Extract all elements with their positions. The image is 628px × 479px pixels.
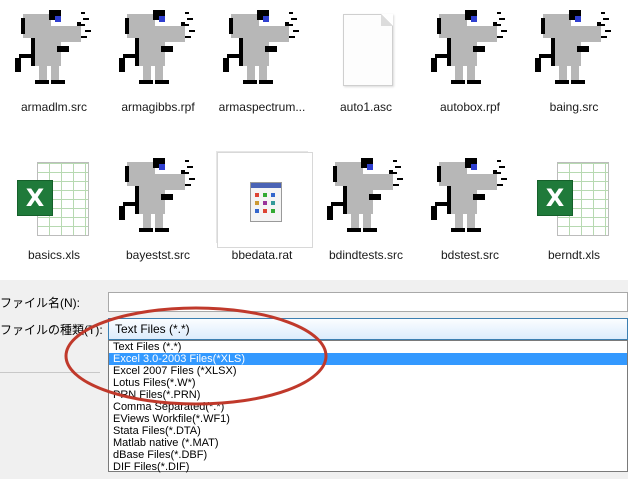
file-name: auto1.asc xyxy=(339,100,393,114)
save-dialog-panel: ファイル名(N): ファイルの種類(T): Text Files (*.*) T… xyxy=(0,280,628,479)
file-item[interactable]: bayestst.src xyxy=(106,152,210,262)
filetype-option[interactable]: Text Files (*.*) xyxy=(109,341,627,353)
file-name: bdstest.src xyxy=(440,248,500,262)
file-item[interactable]: bdstest.src xyxy=(418,152,522,262)
file-item[interactable]: X berndt.xls xyxy=(522,152,626,262)
file-name: armadlm.src xyxy=(20,100,87,114)
filetype-label: ファイルの種類(T): xyxy=(0,323,103,337)
filetype-option[interactable]: Stata Files(*.DTA) xyxy=(109,425,627,437)
file-name: bbedata.rat xyxy=(231,248,293,262)
excel-icon: X xyxy=(529,152,619,242)
filetype-option[interactable]: dBase Files(*.DBF) xyxy=(109,449,627,461)
filename-label: ファイル名(N): xyxy=(0,296,80,310)
mouse-icon xyxy=(113,152,203,242)
filetype-option[interactable]: Comma Separated(*.*) xyxy=(109,401,627,413)
excel-icon: X xyxy=(9,152,99,242)
file-item[interactable]: X basics.xls xyxy=(2,152,106,262)
blank-document-icon xyxy=(321,4,411,94)
filetype-dropdown-list[interactable]: Text Files (*.*) Excel 3.0-2003 Files(*X… xyxy=(108,340,628,473)
file-name: armagibbs.rpf xyxy=(121,100,195,114)
filetype-option[interactable]: EViews Workfile(*.WF1) xyxy=(109,413,627,425)
file-item[interactable]: bdindtests.src xyxy=(314,152,418,262)
mouse-icon xyxy=(529,4,619,94)
file-grid: armadlm.src armagibbs.rpf armaspectrum..… xyxy=(0,0,628,280)
file-name: baing.src xyxy=(549,100,599,114)
left-pane xyxy=(0,352,108,479)
filetype-option[interactable]: Excel 2007 Files (*XLSX) xyxy=(109,365,627,377)
file-item[interactable]: armagibbs.rpf xyxy=(106,4,210,114)
file-name: bayestst.src xyxy=(125,248,191,262)
mouse-icon xyxy=(321,152,411,242)
filetype-option[interactable]: PRN Files(*.PRN) xyxy=(109,389,627,401)
file-name: armaspectrum... xyxy=(218,100,306,114)
file-item[interactable]: armaspectrum... xyxy=(210,4,314,114)
mouse-icon xyxy=(425,152,515,242)
filetype-option[interactable]: Matlab native (*.MAT) xyxy=(109,437,627,449)
file-item[interactable]: auto1.asc xyxy=(314,4,418,114)
filename-input[interactable] xyxy=(108,292,628,312)
filetype-option[interactable]: DIF Files(*.DIF) xyxy=(109,461,627,473)
filetype-select[interactable]: Text Files (*.*) xyxy=(108,318,628,340)
file-name: bdindtests.src xyxy=(328,248,404,262)
file-item[interactable]: bbedata.rat xyxy=(210,151,314,262)
mouse-icon xyxy=(9,4,99,94)
file-name: autobox.rpf xyxy=(439,100,501,114)
mouse-icon xyxy=(113,4,203,94)
filetype-option[interactable]: Lotus Files(*.W*) xyxy=(109,377,627,389)
file-item[interactable]: armadlm.src xyxy=(2,4,106,114)
file-name: berndt.xls xyxy=(547,248,601,262)
mouse-icon xyxy=(425,4,515,94)
file-item[interactable]: baing.src xyxy=(522,4,626,114)
mouse-icon xyxy=(217,4,307,94)
file-item[interactable]: autobox.rpf xyxy=(418,4,522,114)
rat-file-icon xyxy=(216,151,313,248)
filetype-option[interactable]: Excel 3.0-2003 Files(*XLS) xyxy=(109,353,627,365)
file-name: basics.xls xyxy=(27,248,80,262)
